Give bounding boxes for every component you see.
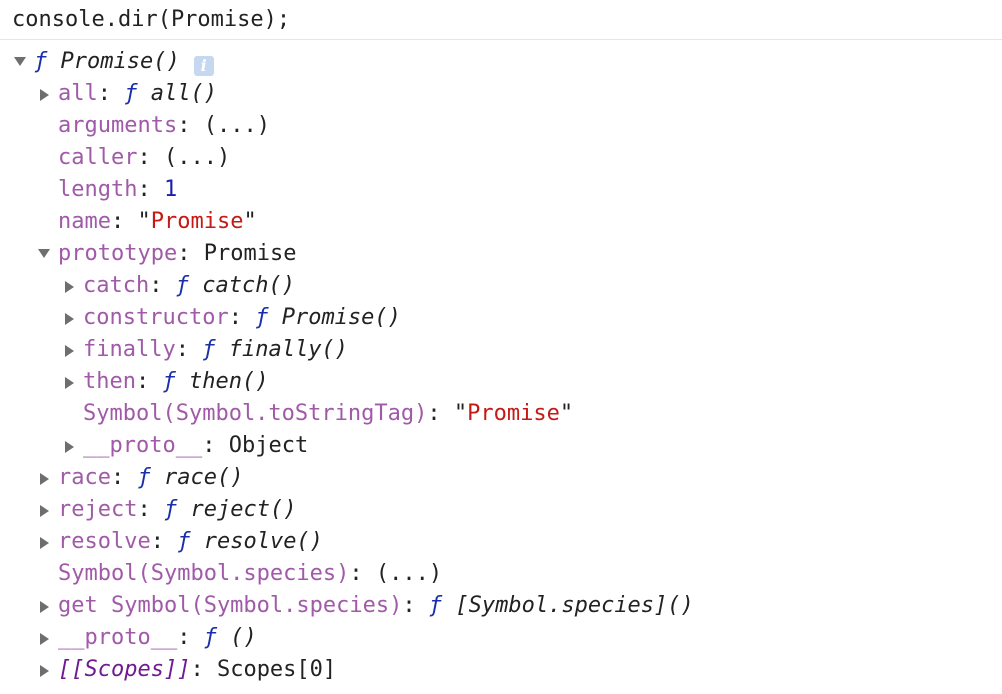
object-value: Scopes[0] [216,657,337,682]
collapsed-arrow-icon[interactable] [40,665,49,677]
collapsed-arrow-icon[interactable] [65,313,74,325]
collapsed-arrow-icon[interactable] [40,633,49,645]
object-value: Object [228,433,309,458]
property-key: __proto__ [83,433,203,458]
collapsed-arrow-icon[interactable] [40,537,49,549]
property-key: reject [58,497,138,522]
expanded-arrow-icon[interactable] [38,249,50,258]
devtools-console: console.dir(Promise); ƒ Promise() i all: … [0,0,1002,694]
property-key: race [58,465,111,490]
root-function-name: Promise() [60,49,180,74]
property-key: catch [83,273,150,298]
number-value: 1 [163,177,178,202]
property-key: all [58,81,98,106]
function-marker: ƒ [175,273,189,298]
property-key: resolve [58,529,151,554]
collapsed-arrow-icon[interactable] [65,345,74,357]
function-marker: ƒ [428,593,443,618]
property-key: Symbol(Symbol.toStringTag) [83,401,428,426]
function-marker: ƒ [163,497,178,522]
function-marker: ƒ [203,625,217,650]
lazy-value[interactable]: (...) [204,113,270,138]
function-name: reject() [190,497,297,522]
function-marker: ƒ [202,337,216,362]
function-name: all() [150,81,217,106]
collapsed-arrow-icon[interactable] [40,473,49,485]
function-marker: ƒ [162,369,176,394]
property-key: Symbol(Symbol.species) [58,561,350,586]
function-name: resolve() [203,529,323,554]
function-marker: ƒ [34,49,48,74]
property-key: __proto__ [58,625,178,650]
function-name: () [230,625,257,650]
object-value: Promise [203,241,297,266]
function-name: race() [163,465,244,490]
function-marker: ƒ [137,465,151,490]
internal-property-key: [[Scopes]] [58,657,191,682]
function-name: finally() [228,337,348,362]
function-name: [Symbol.species]() [455,593,694,618]
function-marker: ƒ [177,529,191,554]
lazy-value[interactable]: (...) [376,561,442,586]
property-key: prototype [58,241,178,266]
property-key: name [58,209,111,234]
collapsed-arrow-icon[interactable] [65,441,74,453]
console-input-line[interactable]: console.dir(Promise); [0,0,1002,40]
collapsed-arrow-icon[interactable] [40,89,49,101]
property-key: get Symbol(Symbol.species) [58,593,403,618]
console-input-text: console.dir(Promise); [12,7,291,32]
function-marker: ƒ [255,305,269,330]
info-icon[interactable]: i [193,56,214,76]
function-name: Promise() [281,305,401,330]
property-key: caller [58,145,138,170]
collapsed-arrow-icon[interactable] [40,505,49,517]
property-key: constructor [83,305,229,330]
property-key: then [83,369,136,394]
property-key: finally [83,337,176,362]
string-value: Promise [467,401,560,426]
property-key: arguments [58,113,178,138]
function-marker: ƒ [124,81,138,106]
collapsed-arrow-icon[interactable] [40,601,49,613]
collapsed-arrow-icon[interactable] [65,377,74,389]
expanded-arrow-icon[interactable] [14,57,26,66]
function-name: then() [188,369,269,394]
collapsed-arrow-icon[interactable] [65,281,74,293]
function-name: catch() [202,273,295,298]
string-value: Promise [150,209,244,234]
lazy-value[interactable]: (...) [164,145,230,170]
property-key: length [58,177,138,202]
